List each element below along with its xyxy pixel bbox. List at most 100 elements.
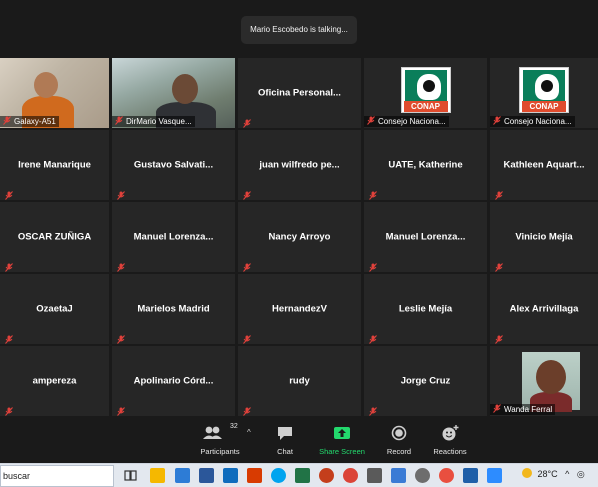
participant-tile-oscar[interactable]: OSCAR ZUÑIGA [0,202,109,272]
logo-frame [523,70,565,102]
participant-name: ampereza [32,375,77,387]
muted-mic-icon [243,187,251,200]
muted-mic-icon [243,403,251,416]
file-explorer-icon[interactable] [150,468,165,483]
participant-name: Leslie Mejía [398,303,453,315]
participant-name: Consejo Naciona... [504,117,572,126]
participant-tile-wanda[interactable]: Wanda Ferral [490,346,598,416]
record-button[interactable]: Record [384,422,414,456]
participant-tile-nancy[interactable]: Nancy Arroyo [238,202,361,272]
active-speaker-banner: Mario Escobedo is talking... [241,16,357,44]
chrome-icon[interactable] [343,468,358,483]
participant-tile-apolinario[interactable]: Apolinario Córd... [112,346,235,416]
calculator-icon[interactable] [391,468,406,483]
zoom-taskbar-icon[interactable] [487,468,502,483]
participants-chevron-icon[interactable]: ^ [247,428,251,437]
participant-tile-gustavo[interactable]: Gustavo Salvati... [112,130,235,200]
muted-mic-icon [495,187,503,200]
participant-caption: Galaxy-A51 [0,116,59,127]
muted-mic-icon [5,187,13,200]
tray-chevron-icon[interactable]: ^ [565,469,569,479]
muted-mic-icon [369,403,377,416]
participant-tile-vinicio[interactable]: Vinicio Mejía [490,202,598,272]
participant-tile-manuel-2[interactable]: Manuel Lorenza... [364,202,487,272]
monkey-icon [535,74,559,100]
photos-icon[interactable] [463,468,478,483]
participant-name: Vinicio Mejía [515,231,573,243]
muted-mic-icon [243,331,251,344]
participants-count: 32 [230,423,238,430]
participant-name: Manuel Lorenza... [385,231,466,243]
system-tray: 28°C ^ ◎ [522,468,598,484]
mail-icon[interactable] [223,468,238,483]
tray-extra-icon[interactable]: ◎ [577,469,585,479]
chrome-icon-2[interactable] [439,468,454,483]
muted-mic-icon [115,116,123,125]
taskbar-search-box[interactable]: buscar [0,465,114,487]
participant-tile-jorge[interactable]: Jorge Cruz [364,346,487,416]
participant-tile-leslie[interactable]: Leslie Mejía [364,274,487,344]
reactions-icon [432,422,468,444]
participant-tile-consejo-2[interactable]: CONAP Consejo Naciona... [490,58,598,128]
logo-frame [404,70,447,102]
word-icon[interactable] [199,468,214,483]
app-icon-1[interactable] [367,468,382,483]
participant-tile-oficina[interactable]: Oficina Personal... [238,58,361,128]
excel-icon[interactable] [295,468,310,483]
participant-name: Wanda Ferral [504,405,553,414]
weather-sun-icon[interactable] [522,468,532,478]
participant-name: Gustavo Salvati... [133,159,214,171]
temperature-text[interactable]: 28°C [538,469,558,479]
muted-mic-icon [369,187,377,200]
muted-mic-icon [369,259,377,272]
task-view-icon[interactable] [123,468,138,483]
participant-name: UATE, Katherine [388,159,463,171]
taskbar-search-text: buscar [3,471,31,481]
participant-tile-kathleen[interactable]: Kathleen Aquart... [490,130,598,200]
participant-caption: Consejo Naciona... [364,116,449,127]
muted-mic-icon [495,259,503,272]
muted-mic-icon [117,259,125,272]
participant-tile-dirmario[interactable]: DirMario Vasque... [112,58,235,128]
person-head [536,360,566,394]
participant-tile-uate[interactable]: UATE, Katherine [364,130,487,200]
participant-tile-consejo-1[interactable]: CONAP Consejo Naciona... [364,58,487,128]
logo-wordmark: CONAP [522,101,566,112]
muted-mic-icon [5,403,13,416]
participant-name: Alex Arrivillaga [509,303,579,315]
share-screen-button[interactable]: Share Screen [318,422,366,456]
participant-tile-marielos[interactable]: Marielos Madrid [112,274,235,344]
participant-tile-alex[interactable]: Alex Arrivillaga [490,274,598,344]
participant-tile-hernandez[interactable]: HernandezV [238,274,361,344]
participant-tile-ampereza[interactable]: ampereza [0,346,109,416]
participant-name: Apolinario Córd... [133,375,214,387]
office-icon[interactable] [247,468,262,483]
participant-name: Jorge Cruz [400,375,451,387]
muted-mic-icon [5,259,13,272]
reactions-button[interactable]: Reactions [432,422,468,456]
muted-mic-icon [493,116,501,125]
participant-name: HernandezV [272,303,327,315]
monkey-icon [416,74,441,100]
participant-tile-manuel-1[interactable]: Manuel Lorenza... [112,202,235,272]
muted-mic-icon [117,403,125,416]
skype-icon[interactable] [271,468,286,483]
store-icon[interactable] [175,468,190,483]
participant-name: Galaxy-A51 [14,117,56,126]
participant-tile-galaxy-a51[interactable]: Galaxy-A51 [0,58,109,128]
participants-label: Participants [200,447,240,456]
participant-tile-rudy[interactable]: rudy [238,346,361,416]
muted-mic-icon [493,404,501,413]
powerpoint-icon[interactable] [319,468,334,483]
settings-gear-icon[interactable] [415,468,430,483]
meeting-toolbar: 32 Participants ^ Chat Share Screen Reco… [0,418,598,463]
muted-mic-icon [5,331,13,344]
participants-button[interactable]: 32 Participants [199,422,241,456]
chat-button[interactable]: Chat [270,422,300,456]
participant-tile-juan[interactable]: juan wilfredo pe... [238,130,361,200]
participant-tile-ozaeta[interactable]: OzaetaJ [0,274,109,344]
reactions-label: Reactions [433,447,467,456]
muted-mic-icon [243,259,251,272]
participant-tile-irene[interactable]: Irene Manarique [0,130,109,200]
participant-video [522,352,580,412]
